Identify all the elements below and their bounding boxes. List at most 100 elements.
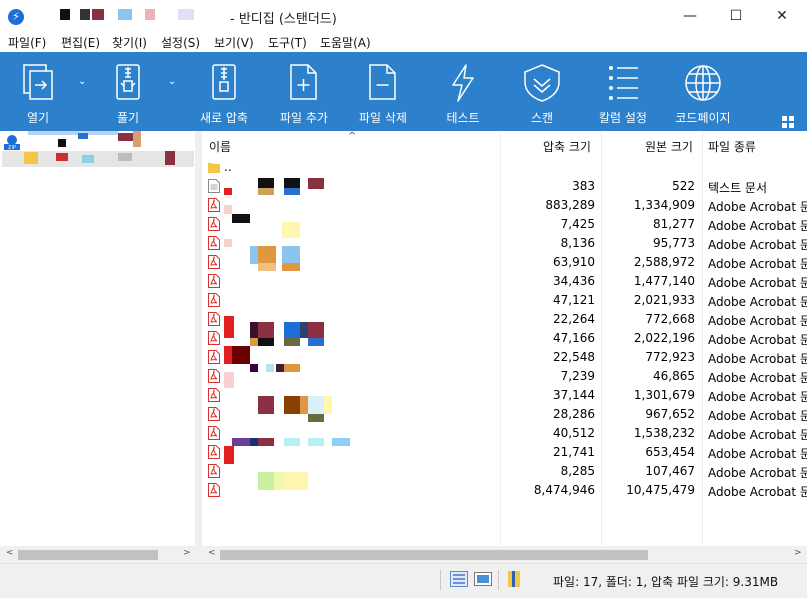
column-header-original-size[interactable]: 원본 크기 [645, 138, 693, 155]
redacted-filename [258, 263, 276, 271]
original-size: 95,773 [653, 236, 695, 250]
redacted-filename [308, 322, 324, 338]
pdf-file-icon [208, 312, 220, 326]
new-archive-icon [212, 64, 236, 100]
tree-horizontal-scrollbar[interactable]: < > [0, 546, 195, 563]
menu-view[interactable]: 보기(V) [214, 34, 254, 51]
original-size: 1,477,140 [633, 274, 695, 288]
redacted-filename [276, 364, 284, 372]
scroll-left-arrow[interactable]: < [208, 548, 216, 558]
compressed-size: 21,741 [553, 445, 595, 459]
file-name: .. [224, 160, 232, 174]
redacted-filename [224, 316, 234, 338]
redacted-filename [324, 396, 332, 414]
column-header-compressed-size[interactable]: 압축 크기 [543, 138, 591, 155]
minimize-button[interactable]: — [667, 0, 713, 32]
file-type: Adobe Acrobat 문 [708, 295, 807, 309]
scroll-right-arrow[interactable]: > [794, 548, 802, 558]
sort-ascending-icon: ^ [348, 131, 357, 142]
file-type: Adobe Acrobat 문 [708, 485, 807, 499]
menu-settings[interactable]: 설정(S) [161, 34, 200, 51]
column-settings-button[interactable]: 칼럼 설정 [592, 52, 654, 131]
extract-dropdown-arrow[interactable]: ⌄ [168, 76, 176, 87]
file-type: Adobe Acrobat 문 [708, 466, 807, 480]
redacted-filename [308, 396, 324, 414]
redacted-filename [266, 364, 274, 372]
add-file-button[interactable]: 파일 추가 [273, 52, 335, 131]
scroll-left-arrow[interactable]: < [6, 548, 14, 558]
svg-text:ZIP: ZIP [8, 145, 16, 150]
scroll-right-arrow[interactable]: > [183, 548, 191, 558]
bandizip-app-icon[interactable]: ⚡ [8, 9, 24, 25]
compressed-size: 22,548 [553, 350, 595, 364]
original-size: 2,021,933 [633, 293, 695, 307]
open-dropdown-arrow[interactable]: ⌄ [78, 76, 86, 87]
menu-tools[interactable]: 도구(T) [268, 34, 307, 51]
original-size: 1,301,679 [633, 388, 695, 402]
menu-help[interactable]: 도움말(A) [320, 34, 371, 51]
file-type: Adobe Acrobat 문 [708, 257, 807, 271]
column-header-file-type[interactable]: 파일 종류 [708, 138, 756, 155]
file-type: Adobe Acrobat 문 [708, 371, 807, 385]
details-view-icon[interactable] [450, 571, 468, 587]
redacted-filename [258, 338, 274, 346]
new-archive-button[interactable]: 새로 압축 [193, 52, 255, 131]
table-row[interactable]: 47,121 2,021,933 Adobe Acrobat 문 [202, 291, 807, 310]
table-row[interactable]: .. [202, 158, 807, 177]
add-file-icon [290, 64, 317, 100]
file-type: Adobe Acrobat 문 [708, 333, 807, 347]
file-type: 텍스트 문서 [708, 181, 768, 195]
original-size: 46,865 [653, 369, 695, 383]
scan-label: 스캔 [530, 111, 554, 125]
table-row[interactable]: 34,436 1,477,140 Adobe Acrobat 문 [202, 272, 807, 291]
tree-root-name-redacted [28, 131, 118, 135]
compressed-size: 22,264 [553, 312, 595, 326]
file-list[interactable]: ^ 이름 압축 크기 원본 크기 파일 종류 .. 383 522 텍스트 문서 883… [202, 131, 807, 545]
test-button[interactable]: 테스트 [432, 52, 494, 131]
list-horizontal-scrollbar[interactable]: < > [202, 546, 807, 563]
archive-book-icon [508, 571, 520, 587]
scroll-thumb[interactable] [18, 550, 158, 560]
delete-file-button[interactable]: 파일 삭제 [352, 52, 414, 131]
zipper-icon [116, 64, 140, 100]
file-type: Adobe Acrobat 문 [708, 200, 807, 214]
redacted-filename [258, 396, 274, 414]
compressed-size: 47,166 [553, 331, 595, 345]
window-title: - 반디집 (스탠더드) [230, 12, 337, 27]
maximize-button[interactable]: ☐ [713, 0, 759, 32]
redacted-filename [282, 246, 300, 264]
pane-splitter[interactable] [195, 131, 202, 563]
menu-file[interactable]: 파일(F) [8, 34, 46, 51]
tree-child-name-redacted [118, 153, 132, 161]
compressed-size: 40,512 [553, 426, 595, 440]
title-redacted [118, 9, 132, 20]
delete-file-label: 파일 삭제 [359, 111, 407, 125]
pdf-file-icon [208, 483, 220, 497]
menu-find[interactable]: 찾기(I) [112, 34, 147, 51]
layout-grid-icon[interactable] [782, 116, 794, 128]
open-button[interactable]: 열기 [8, 52, 68, 131]
preview-view-icon[interactable] [474, 571, 492, 587]
original-size: 2,588,972 [633, 255, 695, 269]
folder-tree[interactable]: ZIP [0, 131, 196, 545]
extract-button[interactable]: 풀기 [98, 52, 158, 131]
table-row[interactable]: 883,289 1,334,909 Adobe Acrobat 문 [202, 196, 807, 215]
pdf-file-icon [208, 198, 220, 212]
original-size: 1,334,909 [633, 198, 695, 212]
original-size: 772,923 [645, 350, 695, 364]
codepage-button[interactable]: 코드페이지 [668, 52, 738, 131]
scroll-thumb[interactable] [220, 550, 648, 560]
shield-icon [524, 64, 560, 102]
menu-edit[interactable]: 편집(E) [61, 34, 100, 51]
original-size: 522 [672, 179, 695, 193]
compressed-size: 7,239 [560, 369, 595, 383]
extract-label: 풀기 [116, 111, 140, 125]
redacted-filename [224, 188, 232, 195]
column-header-name[interactable]: 이름 [209, 138, 231, 155]
zip-archive-icon: ZIP [4, 135, 20, 150]
close-button[interactable]: ✕ [759, 0, 805, 32]
scan-button[interactable]: 스캔 [511, 52, 573, 131]
pdf-file-icon [208, 217, 220, 231]
original-size: 1,538,232 [633, 426, 695, 440]
tree-root-name-redacted [58, 139, 66, 147]
